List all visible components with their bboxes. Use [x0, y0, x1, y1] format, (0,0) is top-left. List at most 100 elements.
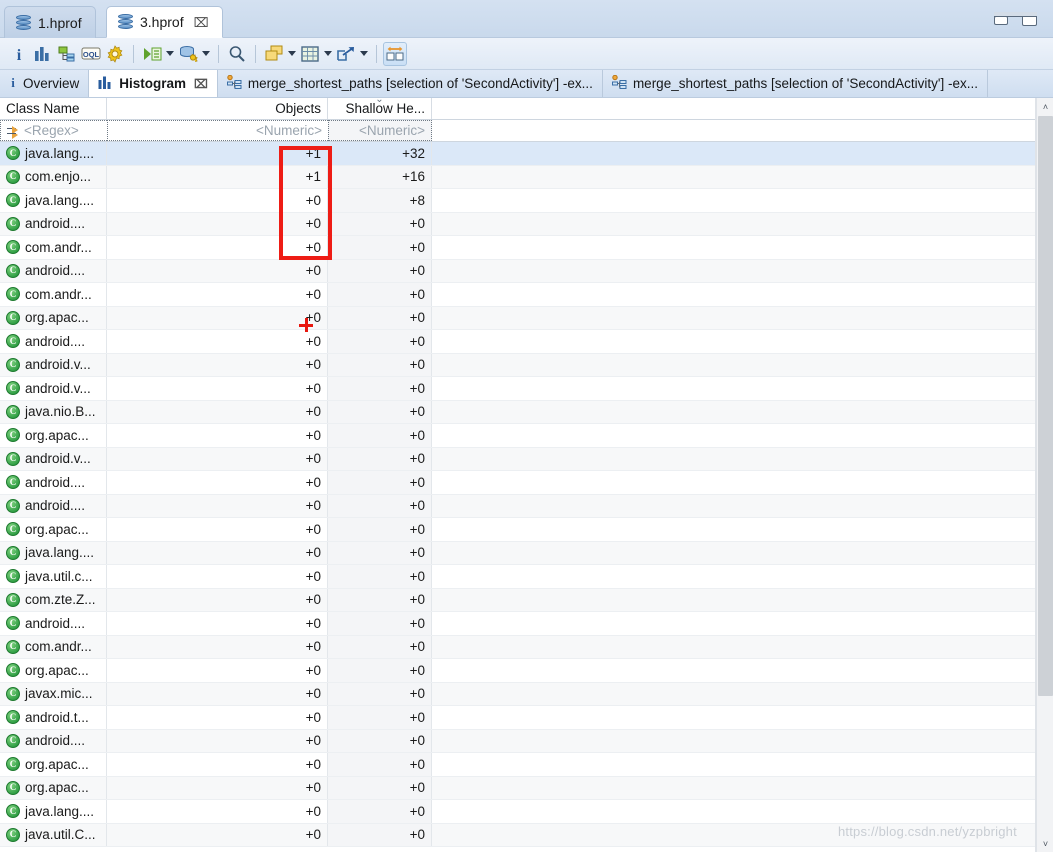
run-expert-system-icon[interactable] [140, 42, 164, 66]
chevron-down-icon[interactable] [322, 44, 334, 64]
histogram-icon[interactable] [31, 42, 55, 66]
cell-class-name: Cjava.lang.... [0, 142, 107, 165]
query-browser-icon[interactable] [176, 42, 200, 66]
table-row[interactable]: Cjava.lang.... +1 +32 [0, 142, 1053, 166]
tab-overview[interactable]: i Overview [0, 70, 90, 97]
histogram-icon [98, 76, 113, 92]
table-row[interactable]: Candroid.v... +0 +0 [0, 377, 1053, 401]
compare-icon[interactable] [383, 41, 407, 66]
table-row[interactable]: Candroid.... +0 +0 [0, 330, 1053, 354]
main-toolbar: i OQL [0, 38, 1053, 70]
table-row[interactable]: Candroid.... +0 +0 [0, 729, 1053, 753]
search-icon[interactable] [225, 42, 249, 66]
table-row[interactable]: Ccom.zte.Z... +0 +0 [0, 588, 1053, 612]
close-icon[interactable]: ⌧ [194, 16, 209, 29]
class-icon: C [6, 686, 20, 701]
cell-objects: +0 [107, 565, 328, 588]
tab-merge-shortest-paths-1[interactable]: merge_shortest_paths [selection of 'Seco… [218, 70, 603, 97]
editor-tab-3hprof[interactable]: 3.hprof ⌧ [106, 6, 223, 38]
table-view-icon[interactable] [298, 42, 322, 66]
table-row[interactable]: Cjava.util.C... +0 +0 [0, 823, 1053, 847]
close-icon[interactable]: ⌧ [194, 77, 208, 91]
table-row[interactable]: Ccom.andr... +0 +0 [0, 283, 1053, 307]
oql-icon[interactable]: OQL [79, 42, 103, 66]
table-row[interactable]: Candroid.... +0 +0 [0, 259, 1053, 283]
column-header-objects[interactable]: Objects [107, 98, 328, 119]
class-name-label: android.v... [25, 380, 91, 396]
calculate-retained-set-icon[interactable] [103, 42, 127, 66]
table-row[interactable]: Candroid.... +0 +0 [0, 494, 1053, 518]
class-name-label: com.enjo... [25, 169, 92, 185]
table-row[interactable]: Cjava.lang.... +0 +0 [0, 800, 1053, 824]
class-icon: C [6, 475, 20, 490]
cell-shallow-heap: +0 [328, 471, 432, 494]
class-icon: C [6, 451, 20, 466]
cell-class-name: Ccom.andr... [0, 236, 107, 259]
editor-tab-1hprof[interactable]: 1.hprof [4, 6, 96, 38]
vertical-scrollbar[interactable]: ˄ ˅ [1036, 98, 1053, 852]
cell-filler [432, 753, 1053, 776]
scroll-up-button[interactable]: ˄ [1037, 98, 1053, 115]
cell-filler [432, 565, 1053, 588]
table-row[interactable]: Cjava.util.c... +0 +0 [0, 565, 1053, 589]
table-row[interactable]: Candroid.... +0 +0 [0, 212, 1053, 236]
table-row[interactable]: Candroid.v... +0 +0 [0, 447, 1053, 471]
class-icon: C [6, 780, 20, 795]
table-row[interactable]: Candroid.t... +0 +0 [0, 706, 1053, 730]
table-row[interactable]: Cjavax.mic... +0 +0 [0, 682, 1053, 706]
column-header-shallow-heap[interactable]: ⌄ Shallow He... [328, 98, 432, 119]
cell-shallow-heap: +32 [328, 142, 432, 165]
table-row[interactable]: Corg.apac... +0 +0 [0, 518, 1053, 542]
cell-class-name: Ccom.andr... [0, 635, 107, 658]
table-row[interactable]: Cjava.nio.B... +0 +0 [0, 400, 1053, 424]
regex-filter-icon [7, 125, 20, 139]
scroll-down-button[interactable]: ˅ [1037, 835, 1053, 852]
cell-objects: +0 [107, 259, 328, 282]
chevron-down-icon[interactable] [164, 44, 176, 64]
group-by-icon[interactable] [262, 42, 286, 66]
info-icon[interactable]: i [7, 42, 31, 66]
class-name-label: org.apac... [25, 521, 89, 537]
scrollbar-thumb[interactable] [1038, 116, 1053, 696]
cell-shallow-heap: +0 [328, 518, 432, 541]
table-row[interactable]: Corg.apac... +0 +0 [0, 776, 1053, 800]
histogram-table: Class Name Objects ⌄ Shallow He... <Rege… [0, 98, 1053, 852]
table-row[interactable]: Ccom.andr... +0 +0 [0, 236, 1053, 260]
chevron-down-icon[interactable] [200, 44, 212, 64]
dominator-tree-icon[interactable] [55, 42, 79, 66]
table-row[interactable]: Cjava.lang.... +0 +0 [0, 541, 1053, 565]
chevron-down-icon[interactable] [286, 44, 298, 64]
class-icon: C [6, 663, 20, 678]
column-header-filler [432, 98, 1053, 119]
class-icon: C [6, 381, 20, 396]
cell-shallow-heap: +0 [328, 541, 432, 564]
table-row[interactable]: Cjava.lang.... +0 +8 [0, 189, 1053, 213]
export-icon[interactable] [334, 42, 358, 66]
maximize-icon[interactable] [1022, 12, 1037, 26]
column-header-class-name[interactable]: Class Name [0, 98, 107, 119]
chevron-down-icon[interactable] [358, 44, 370, 64]
table-row[interactable]: Corg.apac... +0 +0 [0, 753, 1053, 777]
table-row[interactable]: Ccom.enjo... +1 +16 [0, 165, 1053, 189]
filter-shallow-heap[interactable]: <Numeric> [328, 120, 432, 141]
table-row[interactable]: Candroid.v... +0 +0 [0, 353, 1053, 377]
filter-class-name[interactable]: <Regex> [0, 120, 107, 141]
class-name-label: android.... [25, 216, 86, 232]
class-name-label: org.apac... [25, 756, 89, 772]
table-row[interactable]: Corg.apac... +0 +0 [0, 424, 1053, 448]
cell-filler [432, 730, 1053, 753]
tab-merge-shortest-paths-2[interactable]: merge_shortest_paths [selection of 'Seco… [603, 70, 989, 97]
minimize-icon[interactable] [994, 16, 1008, 25]
filter-objects[interactable]: <Numeric> [107, 120, 328, 141]
table-row[interactable]: Candroid.... +0 +0 [0, 471, 1053, 495]
class-name-label: com.zte.Z... [25, 592, 96, 608]
tab-histogram[interactable]: Histogram ⌧ [89, 70, 218, 97]
table-row[interactable]: Corg.apac... +0 +0 [0, 306, 1053, 330]
table-row[interactable]: Corg.apac... +0 +0 [0, 659, 1053, 683]
cell-shallow-heap: +0 [328, 588, 432, 611]
cell-shallow-heap: +0 [328, 776, 432, 799]
table-row[interactable]: Ccom.andr... +0 +0 [0, 635, 1053, 659]
separator-2 [218, 44, 219, 63]
cell-filler [432, 377, 1053, 400]
table-row[interactable]: Candroid.... +0 +0 [0, 612, 1053, 636]
